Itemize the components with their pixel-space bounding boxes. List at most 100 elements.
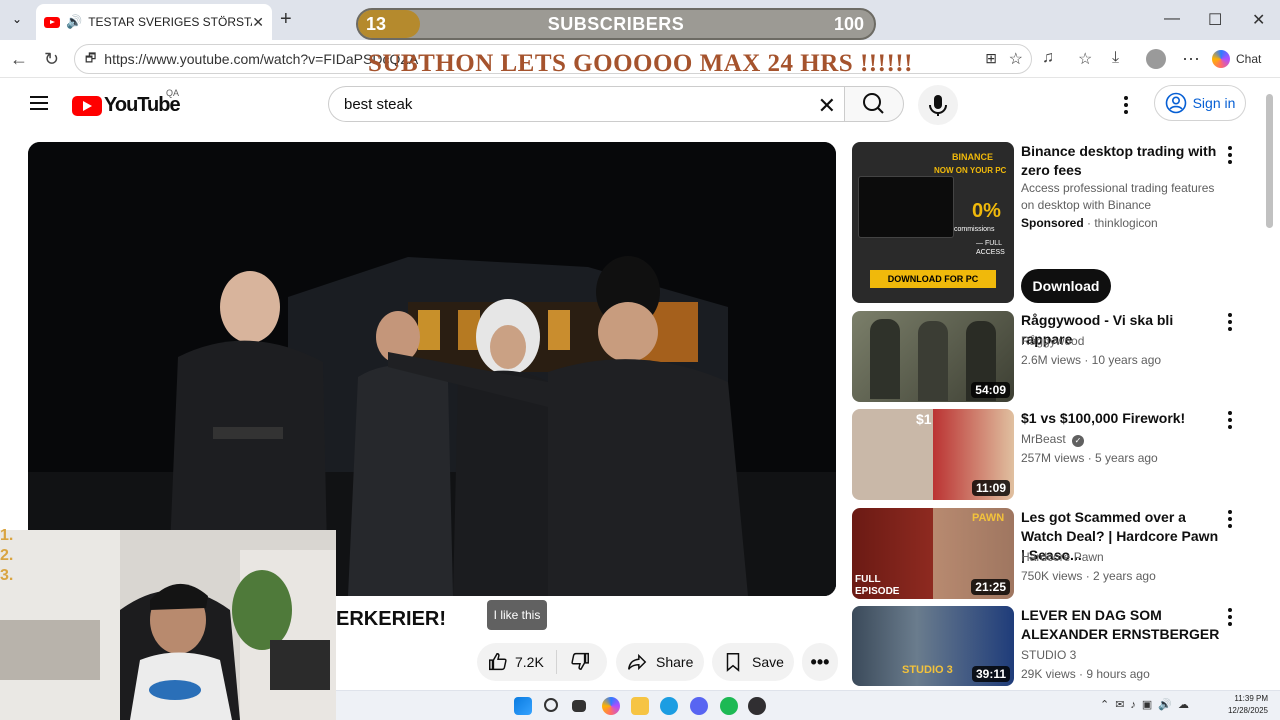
dislike-button[interactable] — [557, 650, 591, 675]
speaker-icon[interactable]: 🔊 — [66, 14, 82, 30]
apps-icon[interactable]: ⊞ — [985, 50, 997, 67]
chat-label: Chat — [1236, 52, 1262, 66]
channel-name: Råggywood — [1021, 334, 1085, 348]
ad-kebab-icon[interactable] — [1228, 146, 1232, 164]
video-frame — [28, 142, 836, 596]
youtube-play-icon — [72, 95, 102, 116]
more-menu-icon[interactable]: ⋯ — [1182, 49, 1200, 70]
ad-sponsor-line: Sponsored · thinklogicon — [1021, 216, 1158, 230]
system-tray-icons[interactable]: ⌃✉♪▣🔊☁ — [1100, 698, 1195, 711]
ad-thumbnail[interactable]: BINANCE NOW ON YOUR PC 0% commissions — … — [852, 142, 1014, 303]
subscriber-goal: 100 — [833, 14, 864, 34]
copilot-chat-button[interactable]: Chat — [1212, 47, 1274, 71]
windows-start-icon[interactable] — [514, 697, 532, 715]
thumb-label: FULL EPISODE — [855, 574, 900, 597]
back-icon[interactable]: ← — [10, 49, 28, 70]
taskbar-clock[interactable]: 11:39 PM 12/28/2025 — [1228, 693, 1268, 717]
webcam-feed — [0, 530, 336, 720]
country-code: QA — [166, 88, 180, 98]
site-info-icon[interactable]: 🗗 — [85, 49, 96, 70]
clock-date: 12/28/2025 — [1227, 706, 1268, 715]
favorites-icon[interactable]: ☆ — [1078, 49, 1092, 69]
sign-in-label: Sign in — [1192, 95, 1236, 111]
like-count: 7.2K — [515, 654, 544, 670]
edge-icon[interactable] — [660, 697, 678, 715]
thumb-brand: PAWN — [972, 512, 1005, 524]
thumb-person — [870, 319, 900, 399]
settings-kebab-icon[interactable] — [1124, 96, 1128, 114]
more-dots-icon: ••• — [810, 651, 830, 672]
video-thumbnail: 54:09 — [852, 311, 1014, 402]
search-input[interactable]: best steak ✕ — [328, 86, 844, 122]
video-thumbnail: PAWN FULL EPISODE 21:25 — [852, 508, 1014, 599]
subscriber-goal-bar: 13 SUBSCRIBERS 100 — [356, 8, 876, 40]
video-kebab-icon[interactable] — [1228, 411, 1232, 429]
like-button[interactable]: 7.2K — [477, 650, 557, 674]
media-control-icon[interactable]: ♫ — [1042, 49, 1054, 67]
subthon-banner: SUBTHON LETS GOOOOO MAX 24 HRS !!!!!! — [368, 50, 913, 77]
video-kebab-icon[interactable] — [1228, 313, 1232, 331]
like-tooltip: I like this — [487, 600, 547, 630]
video-meta: 29K views · 9 hours ago — [1021, 667, 1150, 681]
youtube-favicon-icon — [44, 16, 60, 28]
account-icon — [1165, 92, 1186, 114]
close-window-icon[interactable]: ✕ — [1252, 10, 1265, 30]
save-button[interactable]: Save — [712, 643, 794, 681]
thumbs-up-icon — [489, 653, 507, 671]
channel-name: MrBeast ✓ — [1021, 432, 1085, 447]
youtube-logo[interactable]: YouTube QA — [72, 88, 181, 117]
channel-name: STUDIO 3 — [1021, 648, 1077, 662]
new-tab-icon[interactable]: + — [280, 8, 292, 31]
sign-in-button[interactable]: Sign in — [1154, 85, 1246, 121]
video-title: LEVER EN DAG SOM ALEXANDER ERNSTBERGER — [1021, 607, 1220, 642]
thumb-label: $1 — [916, 411, 932, 427]
menu-icon[interactable] — [30, 96, 48, 110]
clear-search-icon[interactable]: ✕ — [818, 93, 836, 119]
copilot-icon — [1212, 50, 1230, 68]
search-taskbar-icon[interactable] — [544, 698, 558, 712]
browser-tab[interactable]: 🔊 TESTAR SVERIGES STÖRSTA F... ✕ — [36, 4, 272, 40]
share-icon — [628, 653, 647, 671]
more-actions-button[interactable]: ••• — [802, 643, 838, 681]
page-scrollbar[interactable] — [1266, 94, 1273, 228]
video-title: $1 vs $100,000 Firework! — [1021, 410, 1186, 426]
discord-icon[interactable] — [690, 697, 708, 715]
close-tab-icon[interactable]: ✕ — [252, 14, 264, 31]
tab-list-chevron-icon[interactable]: ⌄ — [12, 12, 22, 26]
voice-search-button[interactable] — [918, 85, 958, 125]
video-kebab-icon[interactable] — [1228, 510, 1232, 528]
video-kebab-icon[interactable] — [1228, 608, 1232, 626]
video-duration: 11:09 — [971, 480, 1010, 496]
file-explorer-icon[interactable] — [631, 697, 649, 715]
favorite-star-icon[interactable]: ☆ — [1009, 49, 1023, 69]
downloads-icon[interactable]: ⤓ — [1112, 49, 1119, 67]
ad-thumb-brand: BINANCE — [952, 152, 994, 162]
maximize-icon[interactable]: ☐ — [1208, 10, 1222, 30]
spotify-icon[interactable] — [720, 697, 738, 715]
thumb-person — [918, 321, 948, 401]
video-duration: 21:25 — [971, 579, 1010, 595]
video-meta: 2.6M views · 10 years ago — [1021, 353, 1162, 367]
sponsored-label: Sponsored — [1021, 216, 1084, 230]
video-player[interactable] — [28, 142, 836, 596]
video-title: ERKERIER! — [336, 608, 447, 630]
channel-label: MrBeast — [1021, 432, 1066, 446]
minimize-icon[interactable]: — — [1164, 10, 1180, 28]
ad-thumb-cta: DOWNLOAD FOR PC — [870, 270, 996, 288]
microphone-icon — [929, 95, 947, 116]
verified-icon: ✓ — [1072, 435, 1085, 447]
list-number: 2. — [0, 547, 14, 564]
reload-icon[interactable]: ↻ — [44, 49, 59, 70]
ad-thumb-access: ACCESS — [976, 249, 1005, 256]
profile-avatar[interactable] — [1146, 49, 1166, 69]
obs-icon[interactable] — [748, 697, 766, 715]
list-number: 3. — [0, 567, 14, 584]
copilot-taskbar-icon[interactable] — [602, 697, 620, 715]
like-dislike-group: 7.2K — [477, 643, 607, 681]
task-view-icon[interactable] — [572, 700, 586, 712]
ad-title[interactable]: Binance desktop trading with zero fees — [1021, 142, 1221, 180]
search-button[interactable] — [844, 86, 904, 122]
share-button[interactable]: Share — [616, 643, 704, 681]
bookmark-icon — [726, 653, 740, 672]
ad-download-button[interactable]: Download — [1021, 269, 1111, 303]
